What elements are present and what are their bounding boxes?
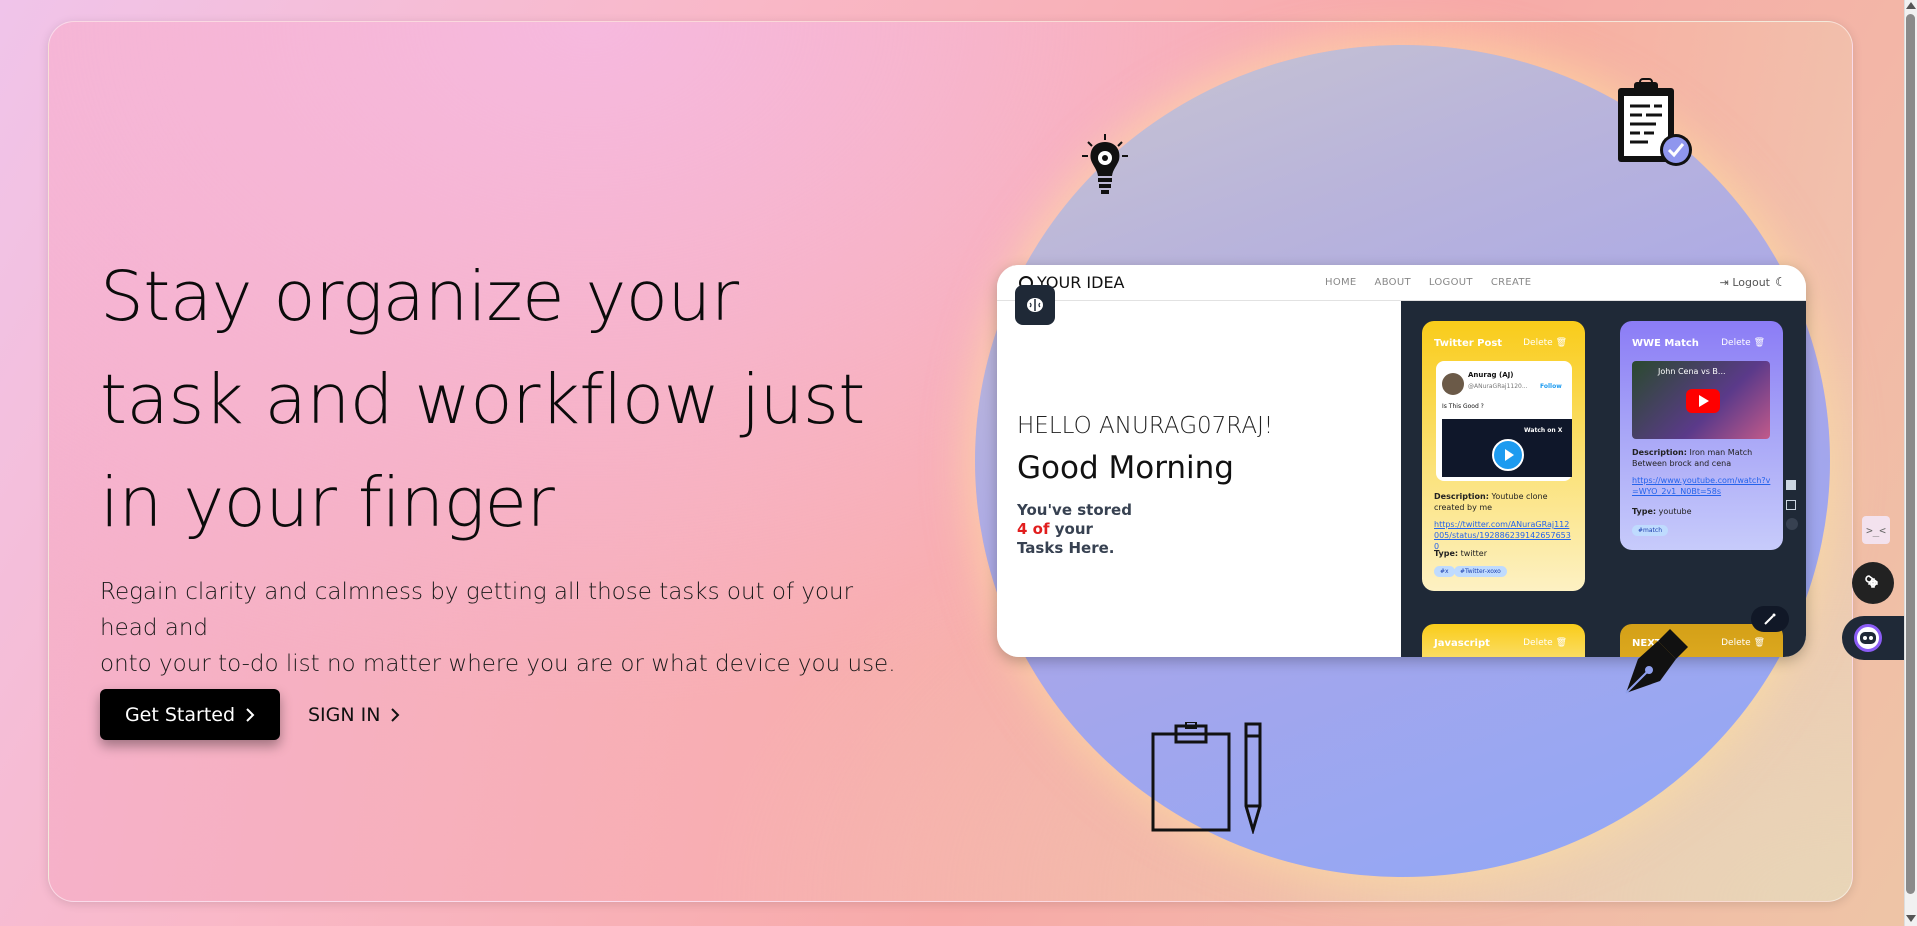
preview-nav-links: HOME ABOUT LOGOUT CREATE (1325, 277, 1531, 288)
stored-line-3: Tasks Here. (1017, 539, 1115, 557)
headline-line-2: task and workflow just (100, 360, 865, 440)
moon-icon[interactable]: ☾ (1775, 275, 1786, 289)
task-card-wwe: WWE Match Delete 🗑 John Cena vs B... Des… (1620, 321, 1783, 550)
card-delete-button[interactable]: Delete 🗑 (1523, 638, 1567, 648)
card-link[interactable]: https://twitter.com/ANuraGRaj112005/stat… (1434, 519, 1574, 552)
scroll-up-arrow[interactable] (1906, 2, 1916, 9)
tweet-embed: Anurag (AJ) @ANuraGRaj1120... Follow Is … (1436, 361, 1572, 481)
card-title: Javascript (1434, 638, 1490, 649)
app-preview-window: HELLO ANURAG07RAJ! Good Morning You've s… (997, 265, 1806, 657)
tweet-text: Is This Good ? (1442, 403, 1484, 410)
robot-icon[interactable] (1786, 518, 1798, 530)
assistant-panel[interactable] (1842, 616, 1904, 660)
sign-in-button[interactable]: SIGN IN (308, 689, 400, 740)
tweet-name: Anurag (AJ) (1468, 371, 1514, 379)
subtext-line-1: Regain clarity and calmness by getting a… (100, 579, 854, 641)
headline-line-1: Stay organize your (100, 257, 739, 337)
chevron-right-icon (246, 707, 255, 722)
tweet-video-thumbnail[interactable]: Watch on X (1442, 419, 1572, 477)
sign-in-label: SIGN IN (308, 703, 381, 726)
stored-prefix: You've stored (1017, 501, 1132, 519)
square-icon[interactable] (1786, 480, 1796, 490)
extension-chip[interactable]: >_< (1862, 516, 1890, 544)
brain-button[interactable] (1015, 285, 1055, 325)
card-tag: #Twitter-xoxo (1454, 566, 1507, 577)
card-delete-button[interactable]: Delete 🗑 (1523, 338, 1567, 348)
nav-create[interactable]: CREATE (1491, 277, 1532, 288)
stored-suffix: your (1054, 520, 1093, 538)
side-mini-icons (1786, 480, 1798, 530)
stored-count: 4 of (1017, 520, 1050, 538)
preview-hello: HELLO ANURAG07RAJ! (1017, 413, 1274, 439)
preview-greeting-panel: HELLO ANURAG07RAJ! Good Morning You've s… (997, 301, 1401, 657)
preview-stored-summary: You've stored 4 of your Tasks Here. (1017, 501, 1132, 558)
scroll-down-arrow[interactable] (1906, 915, 1916, 922)
preview-cards-panel: Twitter Post Delete 🗑 Anurag (AJ) @ANura… (1401, 301, 1806, 657)
video-title: John Cena vs B... (1658, 367, 1726, 376)
card-link[interactable]: https://www.youtube.com/watch?v=WYO_2v1_… (1632, 475, 1772, 497)
command-grid-button[interactable] (1852, 562, 1894, 604)
headline-line-3: in your finger (100, 463, 555, 543)
card-tag: #x (1434, 566, 1455, 577)
tweet-handle: @ANuraGRaj1120... (1468, 383, 1528, 390)
card-type: Type: youtube (1632, 507, 1692, 516)
brain-icon (1027, 298, 1043, 312)
preview-logout-button[interactable]: ⇥ Logout (1720, 276, 1770, 289)
task-card-twitter: Twitter Post Delete 🗑 Anurag (AJ) @ANura… (1422, 321, 1585, 591)
fountain-pen-icon (1625, 629, 1688, 694)
get-started-button[interactable]: Get Started (100, 689, 280, 740)
youtube-play-icon (1686, 389, 1720, 413)
task-card-javascript: Javascript Delete 🗑 (1422, 624, 1585, 657)
hero-subtext: Regain clarity and calmness by getting a… (100, 574, 900, 682)
card-tag: #match (1632, 525, 1669, 536)
card-description: Description: Iron man Match Between broc… (1632, 448, 1753, 468)
page-scrollbar-thumb[interactable] (1906, 14, 1915, 894)
avatar (1442, 373, 1464, 395)
play-icon (1492, 439, 1524, 471)
clipboard-check-icon (1618, 78, 1692, 166)
card-delete-button[interactable]: Delete 🗑 (1721, 638, 1765, 648)
card-type: Type: twitter (1434, 549, 1488, 558)
lightbulb-gear-icon (1082, 134, 1128, 194)
youtube-embed[interactable]: John Cena vs B... (1632, 361, 1770, 439)
magic-wand-icon (1764, 613, 1776, 625)
preview-greeting: Good Morning (1017, 450, 1234, 486)
grid-icon[interactable] (1786, 500, 1796, 510)
card-delete-button[interactable]: Delete 🗑 (1721, 338, 1765, 348)
card-title: Twitter Post (1434, 338, 1503, 349)
command-icon (1865, 575, 1878, 588)
preview-navbar: YOUR IDEA HOME ABOUT LOGOUT CREATE ⇥ Log… (997, 265, 1806, 301)
card-title: WWE Match (1632, 338, 1699, 349)
card-description: Description: Youtube clone created by me (1434, 492, 1548, 512)
clipboard-pencil-icon (1151, 722, 1262, 834)
get-started-label: Get Started (124, 703, 236, 726)
hero-headline: Stay organize your task and workflow jus… (100, 246, 900, 555)
magic-wand-button[interactable] (1751, 606, 1789, 632)
nav-about[interactable]: ABOUT (1375, 277, 1411, 288)
chevron-right-icon (391, 707, 400, 722)
subtext-line-2: onto your to-do list no matter where you… (100, 651, 896, 677)
tweet-follow-link[interactable]: Follow (1540, 383, 1562, 390)
assistant-avatar-icon (1854, 624, 1882, 652)
tweet-watch-label: Watch on X (1524, 427, 1563, 434)
nav-logout[interactable]: LOGOUT (1429, 277, 1473, 288)
nav-home[interactable]: HOME (1325, 277, 1357, 288)
